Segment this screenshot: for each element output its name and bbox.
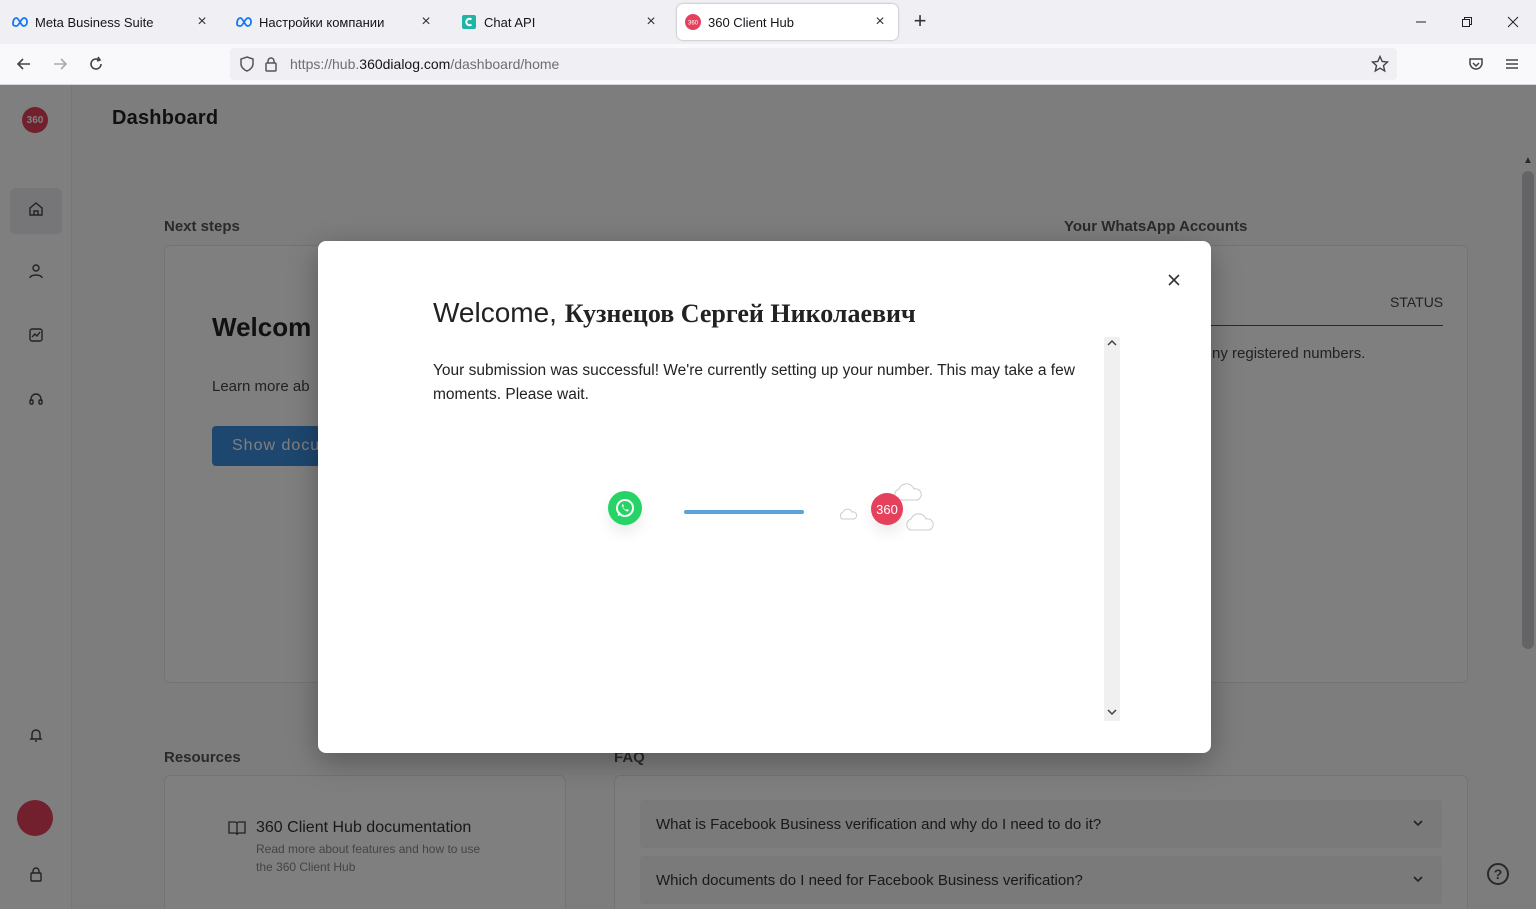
welcome-modal: Welcome, Кузнецов Сергей Николаевич Your… bbox=[318, 241, 1211, 753]
close-icon[interactable]: × bbox=[870, 12, 890, 32]
new-tab-button[interactable]: + bbox=[908, 10, 932, 34]
restore-button[interactable] bbox=[1452, 8, 1482, 36]
shield-icon[interactable] bbox=[236, 53, 258, 75]
progress-bar bbox=[684, 510, 804, 514]
tab-title: 360 Client Hub bbox=[708, 14, 794, 30]
close-window-button[interactable] bbox=[1498, 8, 1528, 36]
modal-title: Welcome, Кузнецов Сергей Николаевич bbox=[433, 297, 916, 328]
chat-api-icon bbox=[461, 14, 477, 30]
browser-nav-bar: https://hub.360dialog.com/dashboard/home bbox=[0, 44, 1536, 85]
360-logo-icon: 360 bbox=[871, 493, 903, 525]
tab-chat-api[interactable]: Chat API × bbox=[453, 4, 669, 40]
cloud-icon bbox=[906, 513, 934, 531]
close-icon[interactable]: × bbox=[416, 12, 436, 32]
tab-title: Настройки компании bbox=[259, 14, 385, 30]
lock-icon[interactable] bbox=[260, 53, 282, 75]
modal-scrollbar[interactable] bbox=[1104, 337, 1120, 721]
whatsapp-icon bbox=[608, 491, 642, 525]
tab-company-settings[interactable]: Настройки компании × bbox=[228, 4, 444, 40]
menu-icon[interactable] bbox=[1498, 50, 1526, 78]
modal-message: Your submission was successful! We're cu… bbox=[433, 362, 1075, 403]
pocket-icon[interactable] bbox=[1462, 50, 1490, 78]
forward-arrow-icon[interactable] bbox=[46, 50, 74, 78]
cloud-icon bbox=[839, 508, 858, 520]
svg-text:360: 360 bbox=[688, 21, 699, 27]
bookmark-star-icon[interactable] bbox=[1369, 53, 1391, 75]
page: 360 Dashboard Next steps Your WhatsApp A… bbox=[0, 85, 1536, 909]
close-icon[interactable] bbox=[1163, 269, 1185, 291]
meta-icon bbox=[12, 14, 28, 30]
tab-title: Chat API bbox=[484, 14, 536, 30]
tab-meta-business-suite[interactable]: Meta Business Suite × bbox=[4, 4, 220, 40]
meta-icon bbox=[236, 14, 252, 30]
address-bar[interactable]: https://hub.360dialog.com/dashboard/home bbox=[230, 48, 1397, 80]
close-icon[interactable]: × bbox=[641, 12, 661, 32]
chevron-up-icon[interactable] bbox=[1107, 339, 1117, 350]
browser-tab-bar: Meta Business Suite × Настройки компании… bbox=[0, 0, 1536, 44]
reload-icon[interactable] bbox=[82, 50, 110, 78]
chevron-down-icon[interactable] bbox=[1107, 708, 1117, 719]
tab-title: Meta Business Suite bbox=[35, 14, 154, 30]
360-icon: 360 bbox=[685, 14, 701, 30]
minimize-button[interactable] bbox=[1406, 8, 1436, 36]
tab-360-client-hub[interactable]: 360 360 Client Hub × bbox=[677, 4, 898, 40]
setup-illustration: 360 bbox=[598, 481, 958, 581]
close-icon[interactable]: × bbox=[192, 12, 212, 32]
progress-fill bbox=[684, 510, 804, 514]
url-text[interactable]: https://hub.360dialog.com/dashboard/home bbox=[290, 56, 559, 72]
back-arrow-icon[interactable] bbox=[10, 50, 38, 78]
